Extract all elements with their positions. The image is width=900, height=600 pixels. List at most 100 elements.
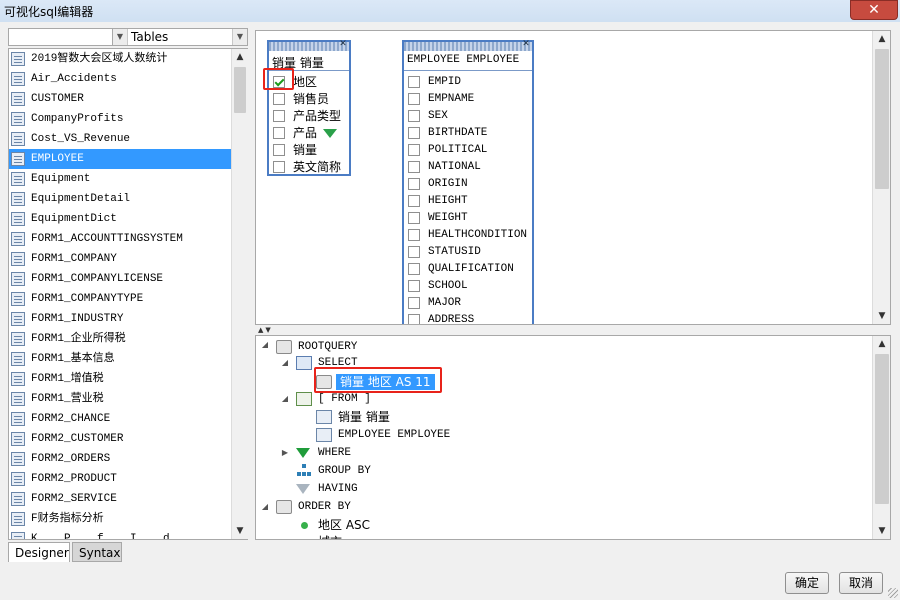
table-list-item-label: F财务指标分析 bbox=[31, 513, 104, 525]
field-checkbox[interactable] bbox=[408, 246, 420, 258]
table-window-employee[interactable]: ✕ EMPLOYEE EMPLOYEE EMPID EMPNAME SEX BIRTH… bbox=[402, 40, 534, 325]
table-list-item[interactable]: Air_Accidents bbox=[9, 69, 231, 89]
close-button[interactable]: ✕ bbox=[850, 0, 898, 20]
field-label: 地区 bbox=[293, 75, 318, 89]
from-icon bbox=[296, 392, 312, 406]
ok-button[interactable]: 确定 bbox=[785, 572, 829, 594]
table-list-item[interactable]: 2019智数大会区域人数统计 bbox=[9, 49, 231, 69]
tab-designer[interactable]: Designer bbox=[8, 542, 70, 562]
scroll-up-icon[interactable]: ▲ bbox=[873, 336, 890, 352]
field-checkbox[interactable] bbox=[408, 263, 420, 275]
field-checkbox[interactable] bbox=[408, 110, 420, 122]
table-list-item[interactable]: FORM2_CHANCE bbox=[9, 409, 231, 429]
table-search-input[interactable] bbox=[8, 28, 122, 46]
combo-dropdown-icon[interactable]: ▼ bbox=[232, 29, 247, 45]
table-list-item[interactable]: FORM2_SERVICE bbox=[9, 489, 231, 509]
table-list-item[interactable]: EquipmentDict bbox=[9, 209, 231, 229]
table-list-item[interactable]: FORM1_COMPANYTYPE bbox=[9, 289, 231, 309]
tab-syntax[interactable]: Syntax bbox=[72, 542, 122, 562]
field-checkbox[interactable] bbox=[408, 212, 420, 224]
field-label: POLITICAL bbox=[428, 144, 488, 156]
field-checkbox[interactable] bbox=[408, 161, 420, 173]
table-list-item[interactable]: FORM1_ACCOUNTTINGSYSTEM bbox=[9, 229, 231, 249]
table-list-item-label: FORM2_PRODUCT bbox=[31, 473, 117, 485]
field-checkbox[interactable] bbox=[408, 280, 420, 292]
field-checkbox[interactable] bbox=[273, 127, 285, 139]
table-list-item[interactable]: EquipmentDetail bbox=[9, 189, 231, 209]
field-checkbox[interactable] bbox=[408, 229, 420, 241]
field-checkbox[interactable] bbox=[408, 297, 420, 309]
scroll-up-icon[interactable]: ▲ bbox=[232, 49, 248, 65]
table-list-item[interactable]: FORM1_INDUSTRY bbox=[9, 309, 231, 329]
table-list-item[interactable]: F财务指标分析 bbox=[9, 509, 231, 529]
collapse-icon[interactable]: ◢ bbox=[280, 358, 290, 367]
table-list-item-label: FORM1_企业所得税 bbox=[31, 333, 126, 345]
table-list-item[interactable]: FORM1_增值税 bbox=[9, 369, 231, 389]
table-list[interactable]: 2019智数大会区域人数统计 Air_Accidents CUSTOMER Compa… bbox=[8, 48, 248, 540]
field-label: 产品类型 bbox=[293, 109, 342, 123]
table-list-item[interactable]: Cost_VS_Revenue bbox=[9, 129, 231, 149]
panel-splitter[interactable]: ▲▼ bbox=[255, 326, 891, 334]
collapse-icon[interactable]: ◢ bbox=[260, 340, 270, 349]
collapse-icon[interactable]: ◢ bbox=[280, 394, 290, 403]
collapse-icon[interactable]: ◢ bbox=[260, 502, 270, 511]
table-icon bbox=[11, 532, 25, 539]
scroll-thumb[interactable] bbox=[875, 354, 889, 504]
scroll-up-icon[interactable]: ▲ bbox=[873, 31, 890, 47]
scroll-down-icon[interactable]: ▼ bbox=[873, 308, 890, 324]
table-list-item-label: EMPLOYEE bbox=[31, 153, 84, 165]
combo-dropdown-icon[interactable]: ▼ bbox=[113, 29, 128, 45]
query-tree[interactable]: ◢ ROOTQUERY ◢ SELECT 销量 地区 AS 11 ◢ [ FRO… bbox=[255, 335, 891, 540]
field-checkbox[interactable] bbox=[273, 93, 285, 105]
table-list-item[interactable]: EMPLOYEE bbox=[9, 149, 231, 169]
object-type-select[interactable]: ▼ Tables ▼ bbox=[112, 28, 248, 46]
canvas-scrollbar[interactable]: ▲ ▼ bbox=[872, 31, 890, 324]
table-list-item[interactable]: FORM1_COMPANYLICENSE bbox=[9, 269, 231, 289]
expand-icon[interactable]: ▶ bbox=[280, 448, 290, 457]
table-list-item-label: FORM1_COMPANYLICENSE bbox=[31, 273, 164, 285]
field-checkbox[interactable] bbox=[408, 144, 420, 156]
design-canvas[interactable]: ✕ 销量 销量 地区 销售员 产品类型 产品 销量 英文简称 ✕ EMPLOYEE EMP… bbox=[255, 30, 891, 325]
field-checkbox[interactable] bbox=[408, 76, 420, 88]
table-window-sales[interactable]: ✕ 销量 销量 地区 销售员 产品类型 产品 销量 英文简称 bbox=[267, 40, 351, 176]
scroll-down-icon[interactable]: ▼ bbox=[232, 523, 248, 539]
table-list-item-label: FORM1_基本信息 bbox=[31, 353, 115, 365]
table-list-item[interactable]: FORM2_PRODUCT bbox=[9, 469, 231, 489]
table-list-item[interactable]: CUSTOMER bbox=[9, 89, 231, 109]
table-list-item[interactable]: FORM2_ORDERS bbox=[9, 449, 231, 469]
field-label: HEIGHT bbox=[428, 195, 468, 207]
scroll-thumb[interactable] bbox=[234, 67, 246, 113]
cancel-button[interactable]: 取消 bbox=[839, 572, 883, 594]
field-checkbox[interactable] bbox=[408, 127, 420, 139]
table-list-item[interactable]: FORM1_营业税 bbox=[9, 389, 231, 409]
scroll-down-icon[interactable]: ▼ bbox=[873, 523, 890, 539]
close-icon[interactable]: ✕ bbox=[521, 40, 531, 49]
table-list-item[interactable]: FORM1_基本信息 bbox=[9, 349, 231, 369]
table-window-header[interactable]: ✕ bbox=[404, 40, 532, 51]
table-list-item[interactable]: Equipment bbox=[9, 169, 231, 189]
resize-grip-icon[interactable] bbox=[888, 588, 898, 598]
table-list-item[interactable]: CompanyProfits bbox=[9, 109, 231, 129]
field-checkbox[interactable] bbox=[408, 195, 420, 207]
table-list-item[interactable]: FORM1_COMPANY bbox=[9, 249, 231, 269]
scroll-thumb[interactable] bbox=[875, 49, 889, 189]
field-checkbox[interactable] bbox=[408, 178, 420, 190]
bullet-icon bbox=[301, 522, 308, 529]
field-checkbox[interactable] bbox=[273, 161, 285, 173]
table-list-item[interactable]: K... P... f... I... d... bbox=[9, 529, 231, 539]
tree-scrollbar[interactable]: ▲ ▼ bbox=[872, 336, 890, 539]
field-checkbox[interactable] bbox=[273, 144, 285, 156]
field-checkbox[interactable] bbox=[273, 110, 285, 122]
field-label: ADDRESS bbox=[428, 314, 475, 325]
field-checkbox[interactable] bbox=[408, 93, 420, 105]
field-checkbox[interactable] bbox=[408, 314, 420, 324]
table-list-item-label: FORM1_增值税 bbox=[31, 373, 104, 385]
splitter-grip-icon[interactable]: ▲▼ bbox=[258, 326, 273, 334]
table-list-item[interactable]: FORM1_企业所得税 bbox=[9, 329, 231, 349]
table-icon bbox=[11, 52, 25, 66]
table-list-item[interactable]: FORM2_CUSTOMER bbox=[9, 429, 231, 449]
close-icon[interactable]: ✕ bbox=[338, 40, 348, 49]
field-label: BIRTHDATE bbox=[428, 127, 488, 139]
table-list-scrollbar[interactable]: ▲ ▼ bbox=[231, 49, 248, 539]
table-window-header[interactable]: ✕ bbox=[269, 40, 349, 51]
